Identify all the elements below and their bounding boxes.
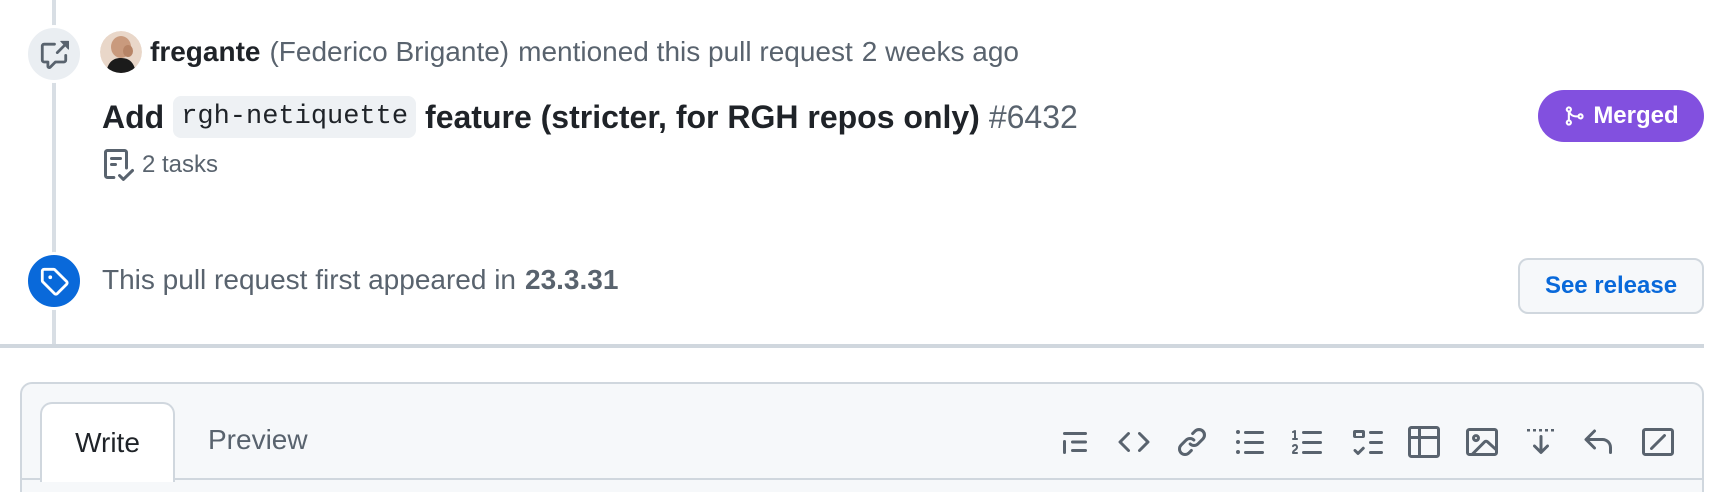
image-icon[interactable] [1462,422,1502,462]
tag-icon [40,267,69,296]
heading-icon[interactable] [1055,422,1095,462]
unordered-list-icon[interactable] [1230,422,1270,462]
pr-number: #6432 [988,98,1078,135]
task-progress: 2 tasks [102,145,218,185]
task-count: 2 tasks [142,151,219,178]
tab-underline [22,478,1702,480]
fullscreen-icon[interactable] [1638,422,1678,462]
mention-event-line: fregante (Federico Brigante) mentioned t… [100,30,1019,74]
git-merge-icon [1566,106,1584,126]
pr-title-prefix: Add [102,98,165,135]
tab-preview[interactable]: Preview [208,402,308,478]
release-label: This pull request first appeared in [102,264,516,295]
author-full-name: (Federico Brigante) [269,36,510,67]
release-badge [25,252,83,310]
merged-state-badge: Merged [1538,90,1704,142]
comment-editor: Write Preview [20,382,1704,492]
link-icon[interactable] [1172,422,1212,462]
reply-icon[interactable] [1578,422,1618,462]
cross-reference-icon [40,40,69,69]
ordered-list-icon[interactable] [1288,422,1328,462]
task-list-icon[interactable] [1347,422,1387,462]
saved-replies-icon[interactable] [1521,422,1561,462]
pr-title-code: rgh-netiquette [173,96,417,138]
release-version[interactable]: 23.3.31 [525,264,618,296]
pr-title-link[interactable]: Add rgh-netiquette feature (stricter, fo… [102,92,1078,142]
cross-reference-badge [25,25,83,83]
pr-title-suffix: feature (stricter, for RGH repos only) [425,98,980,135]
avatar[interactable] [100,31,142,73]
code-icon[interactable] [1114,422,1154,462]
event-time[interactable]: 2 weeks ago [862,36,1019,68]
tab-write[interactable]: Write [40,402,175,482]
table-icon[interactable] [1404,422,1444,462]
release-event-text: This pull request first appeared in 23.3… [102,258,618,302]
timeline-divider [0,344,1704,348]
checklist-icon [104,149,134,181]
see-release-button[interactable]: See release [1518,258,1704,314]
event-action: mentioned this pull request [518,36,853,67]
author-link[interactable]: fregante [150,36,260,68]
merged-label: Merged [1593,102,1679,129]
